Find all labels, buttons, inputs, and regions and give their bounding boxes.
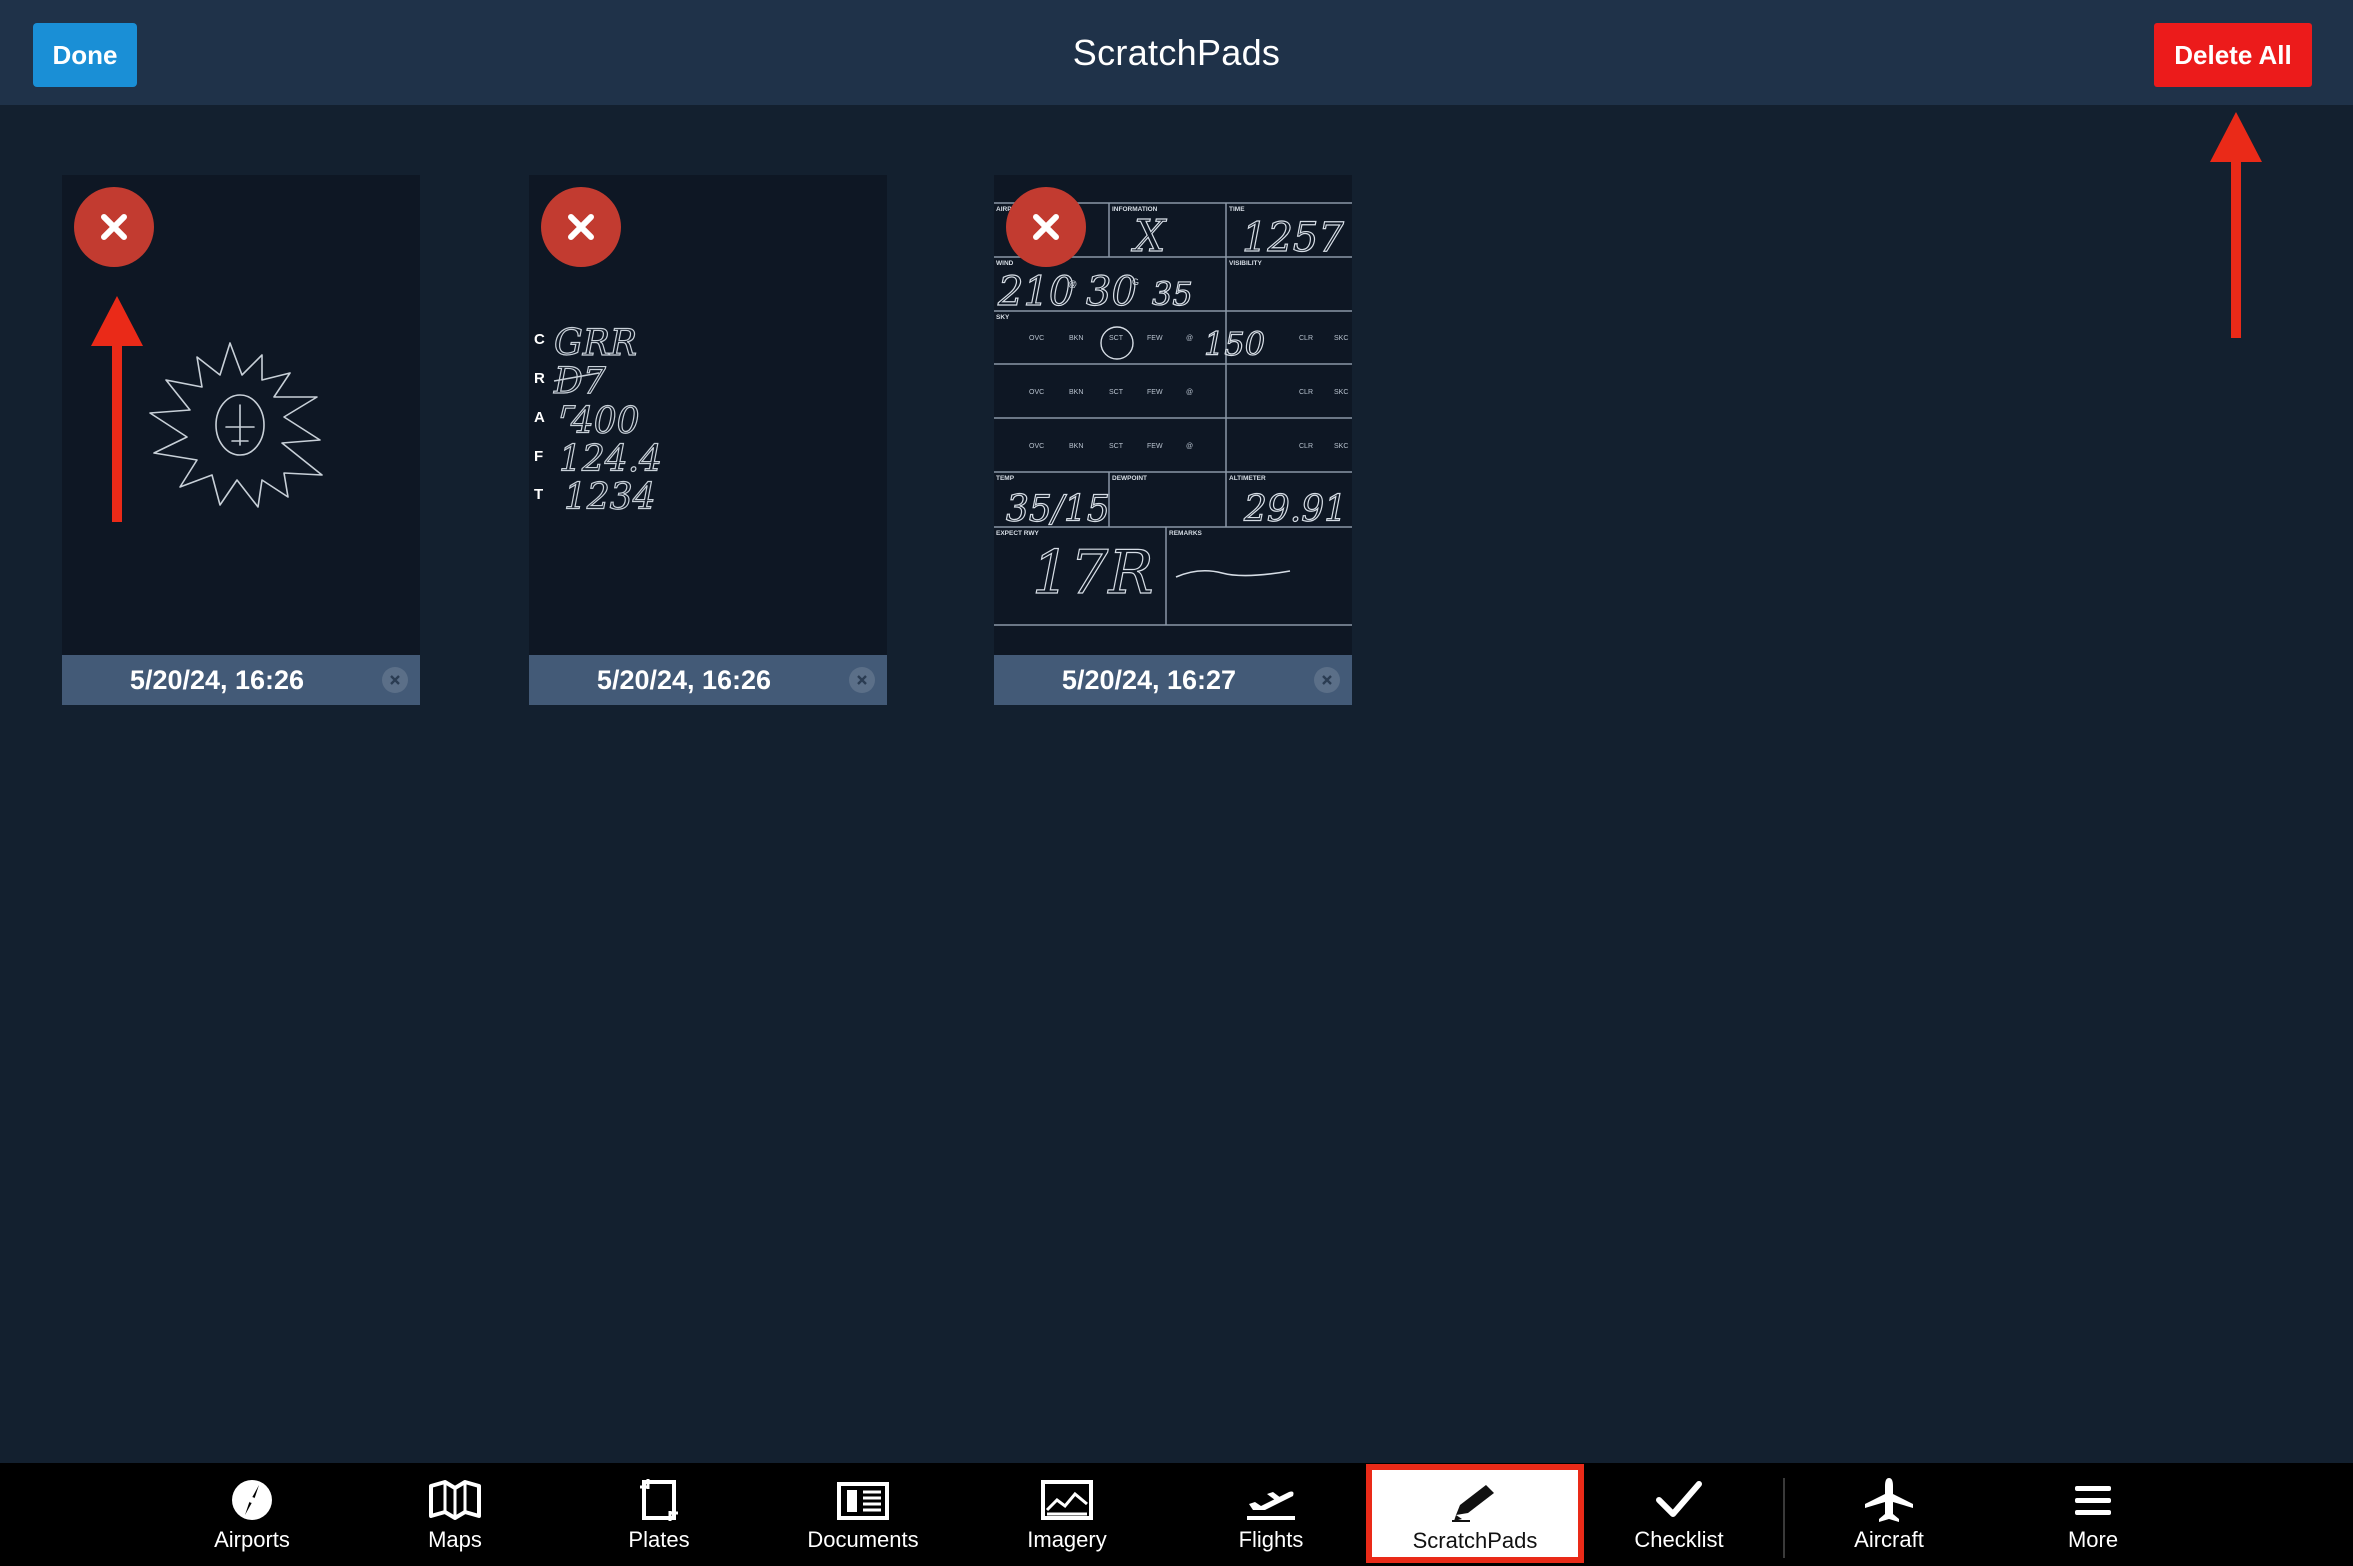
scratchpad-footer: 5/20/24, 16:27 bbox=[994, 655, 1352, 705]
tab-more[interactable]: More bbox=[1998, 1463, 2188, 1566]
page-title: ScratchPads bbox=[1072, 31, 1281, 73]
tab-checklist[interactable]: Checklist bbox=[1584, 1463, 1774, 1566]
svg-text:CLR: CLR bbox=[1299, 389, 1313, 396]
svg-text:G: G bbox=[1132, 277, 1139, 287]
tab-maps[interactable]: Maps bbox=[360, 1463, 550, 1566]
atis-label: TEMP bbox=[996, 475, 1015, 482]
delete-scratchpad-button[interactable] bbox=[1006, 187, 1086, 267]
atis-label: VISIBILITY bbox=[1229, 260, 1263, 267]
craft-entry: 1234 bbox=[564, 477, 656, 518]
svg-text:SCT: SCT bbox=[1109, 443, 1124, 450]
svg-text:CLR: CLR bbox=[1299, 443, 1313, 450]
top-bar: ScratchPads Done Delete All bbox=[0, 0, 2353, 105]
craft-letter: A bbox=[534, 409, 545, 426]
svg-text:@: @ bbox=[1068, 279, 1077, 289]
tab-aircraft[interactable]: Aircraft bbox=[1794, 1463, 1984, 1566]
svg-text:OVC: OVC bbox=[1029, 389, 1044, 396]
handwritten-runway: 17R bbox=[1032, 538, 1154, 608]
craft-letter: R bbox=[534, 370, 545, 387]
scratchpad-card[interactable]: C R A F T GRR D7 ⌜400 124.4 1234 5/20/24… bbox=[529, 175, 887, 705]
documents-icon bbox=[837, 1475, 889, 1525]
clear-icon[interactable] bbox=[382, 667, 408, 693]
svg-text:CLR: CLR bbox=[1299, 335, 1313, 342]
svg-text:OVC: OVC bbox=[1029, 443, 1044, 450]
tab-flights[interactable]: Flights bbox=[1176, 1463, 1366, 1566]
handwritten-wind-dir: 210 bbox=[997, 269, 1074, 315]
delete-all-button[interactable]: Delete All bbox=[2154, 23, 2312, 87]
svg-text:FEW: FEW bbox=[1147, 335, 1163, 342]
craft-entry: 124.4 bbox=[559, 439, 662, 480]
atis-label: WIND bbox=[996, 260, 1014, 267]
map-icon bbox=[429, 1475, 481, 1525]
svg-text:FEW: FEW bbox=[1147, 443, 1163, 450]
tab-imagery[interactable]: Imagery bbox=[972, 1463, 1162, 1566]
pencil-icon bbox=[1450, 1476, 1500, 1526]
tab-plates[interactable]: Plates bbox=[564, 1463, 754, 1566]
svg-text:BKN: BKN bbox=[1069, 335, 1083, 342]
craft-letter: F bbox=[534, 448, 543, 465]
svg-text:BKN: BKN bbox=[1069, 389, 1083, 396]
svg-text:SCT: SCT bbox=[1109, 335, 1124, 342]
craft-letter: T bbox=[534, 486, 543, 503]
handwritten-altimeter: 29.91 bbox=[1243, 489, 1347, 530]
scratchpad-date: 5/20/24, 16:26 bbox=[596, 664, 772, 695]
done-button[interactable]: Done bbox=[33, 23, 137, 87]
close-icon bbox=[101, 214, 127, 240]
craft-entry: GRR bbox=[554, 323, 637, 364]
svg-text:@: @ bbox=[1186, 389, 1193, 396]
craft-letter: C bbox=[534, 331, 545, 348]
scratchpad-footer: 5/20/24, 16:26 bbox=[62, 655, 420, 705]
svg-text:FEW: FEW bbox=[1147, 389, 1163, 396]
delete-scratchpad-button[interactable] bbox=[74, 187, 154, 267]
clear-icon[interactable] bbox=[849, 667, 875, 693]
svg-text:BKN: BKN bbox=[1069, 443, 1083, 450]
atis-label: TIME bbox=[1229, 206, 1245, 213]
checkmark-icon bbox=[1655, 1475, 1703, 1525]
handwritten-info: X bbox=[1131, 211, 1167, 262]
svg-text:SKC: SKC bbox=[1334, 389, 1348, 396]
imagery-icon bbox=[1041, 1475, 1093, 1525]
tab-divider bbox=[1783, 1478, 1785, 1558]
scratchpad-card[interactable]: AIRPORT INFORMATION TIME WIND VISIBILITY… bbox=[994, 175, 1352, 705]
svg-text:SKC: SKC bbox=[1334, 335, 1348, 342]
scratchpad-date: 5/20/24, 16:26 bbox=[129, 664, 305, 695]
svg-text:SKC: SKC bbox=[1334, 443, 1348, 450]
svg-text:OVC: OVC bbox=[1029, 335, 1044, 342]
svg-text:@: @ bbox=[1186, 335, 1193, 342]
compass-icon bbox=[229, 1475, 275, 1525]
hamburger-icon bbox=[2073, 1475, 2113, 1525]
atis-label: DEWPOINT bbox=[1112, 475, 1147, 482]
delete-scratchpad-button[interactable] bbox=[541, 187, 621, 267]
handwritten-wind-gust: 35 bbox=[1152, 275, 1193, 313]
handwritten-ceiling: 150 bbox=[1204, 325, 1265, 363]
craft-entry: ⌜400 bbox=[554, 401, 640, 442]
close-icon bbox=[568, 214, 594, 240]
tab-scratchpads[interactable]: ScratchPads bbox=[1366, 1464, 1584, 1563]
atis-label: ALTIMETER bbox=[1229, 475, 1266, 482]
annotation-arrow-delete-all bbox=[2210, 112, 2262, 338]
handwritten-time: 1257 bbox=[1242, 215, 1344, 261]
atis-label: EXPECT RWY bbox=[996, 530, 1040, 537]
annotation-arrow-delete-pad bbox=[91, 296, 143, 522]
bottom-tab-bar: Airports Maps Plates Documents Imagery F… bbox=[0, 1463, 2353, 1566]
handwritten-temp: 35/15 bbox=[1006, 489, 1110, 530]
atis-label: REMARKS bbox=[1169, 530, 1203, 537]
svg-text:@: @ bbox=[1186, 443, 1193, 450]
tab-documents[interactable]: Documents bbox=[768, 1463, 958, 1566]
scratchpad-date: 5/20/24, 16:27 bbox=[1061, 664, 1237, 695]
clear-icon[interactable] bbox=[1314, 667, 1340, 693]
plane-takeoff-icon bbox=[1245, 1475, 1297, 1525]
handwritten-wind-speed: 30 bbox=[1086, 269, 1137, 315]
tab-airports[interactable]: Airports bbox=[157, 1463, 347, 1566]
close-icon bbox=[1033, 214, 1059, 240]
airplane-icon bbox=[1863, 1475, 1915, 1525]
svg-text:SCT: SCT bbox=[1109, 389, 1124, 396]
scratchpad-footer: 5/20/24, 16:26 bbox=[529, 655, 887, 705]
atis-label: SKY bbox=[996, 314, 1010, 321]
plates-icon bbox=[638, 1475, 680, 1525]
craft-entry: D7 bbox=[553, 361, 606, 402]
